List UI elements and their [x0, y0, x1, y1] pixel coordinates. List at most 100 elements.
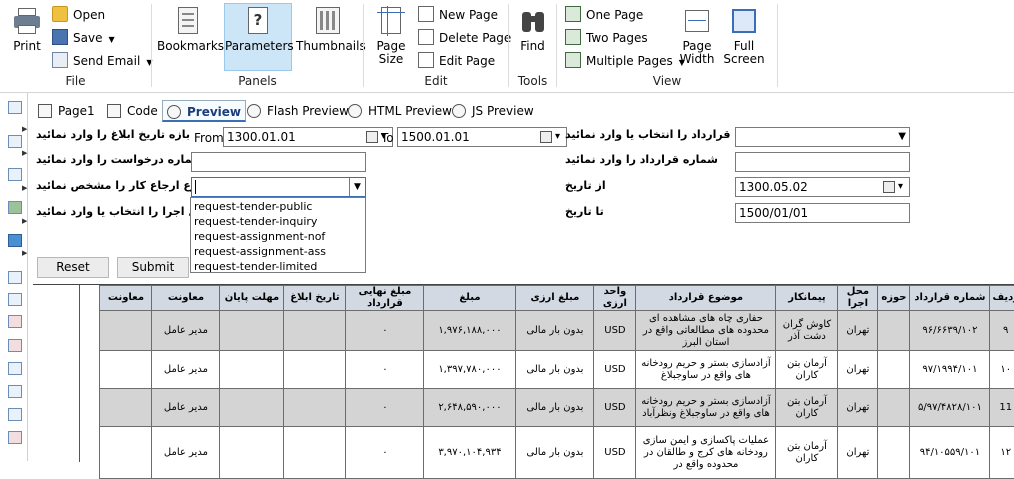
- contract-number-input[interactable]: [735, 152, 910, 172]
- report-grid: ردیف شماره قرارداد حوزه محل اجرا پیمانکا…: [33, 284, 1014, 479]
- text-icon[interactable]: [8, 271, 22, 284]
- edit-page-button[interactable]: Edit Page: [418, 51, 495, 71]
- contracts-table: ردیف شماره قرارداد حوزه محل اجرا پیمانکا…: [99, 285, 1014, 479]
- panel-icon[interactable]: [8, 408, 22, 421]
- dropdown-option[interactable]: request-tender-inquiry: [191, 214, 365, 229]
- page-width-button[interactable]: Page Width: [675, 4, 719, 70]
- puzzle-icon[interactable]: [8, 234, 22, 247]
- find-button[interactable]: Find: [509, 4, 556, 70]
- toolbox-icon[interactable]: [8, 101, 22, 114]
- tab-html-preview[interactable]: HTML Preview: [348, 100, 452, 122]
- column-header[interactable]: مهلت پایان: [219, 285, 285, 311]
- calendar-icon[interactable]: [366, 128, 386, 146]
- save-button[interactable]: Save ▼: [52, 28, 115, 48]
- image-icon[interactable]: [8, 201, 22, 214]
- edit-group-label: Edit: [424, 74, 448, 88]
- expand-arrow-icon[interactable]: ▶: [22, 249, 27, 257]
- thumbnails-button[interactable]: Thumbnails: [296, 4, 366, 70]
- open-button[interactable]: Open: [52, 5, 105, 25]
- column-header[interactable]: مبلغ ارزی: [515, 285, 595, 311]
- cell: USD: [593, 350, 637, 389]
- print-button[interactable]: Print: [0, 4, 54, 70]
- cell: آزادسازی بستر و حریم رودخانه های واقع در…: [635, 388, 777, 427]
- column-header[interactable]: موضوع قرارداد: [635, 285, 777, 311]
- bookmarks-icon: [173, 6, 203, 36]
- full-screen-button[interactable]: Full Screen: [721, 4, 767, 70]
- table-row[interactable]: ۱۰ ۹۷/۱۹۹۴/۱۰۱ تهران آرمان بتن کاران آزادساز…: [99, 350, 1014, 389]
- expand-arrow-icon[interactable]: ▶: [22, 125, 27, 133]
- column-header[interactable]: ردیف: [989, 285, 1014, 311]
- cell: [283, 426, 347, 479]
- column-header[interactable]: پیمانکار: [775, 285, 839, 311]
- ribbon-toolbar: Print Open Save ▼ Send Email ▼ File Bookma…: [0, 0, 1014, 93]
- expand-arrow-icon[interactable]: ▶: [22, 184, 27, 192]
- table-row[interactable]: ۹ ۹۶/۶۶۳۹/۱۰۲ تهران کاوش گران دشت آذر حفاری …: [99, 310, 1014, 351]
- from-date-right-field[interactable]: 1300.05.02: [735, 177, 910, 197]
- referral-type-label: نوع ارجاع کار را مشخص نمائید: [36, 179, 202, 192]
- richtext-icon[interactable]: [8, 431, 22, 444]
- tab-preview[interactable]: Preview: [162, 100, 247, 122]
- dropdown-option[interactable]: request-tender-limited: [191, 259, 365, 274]
- delete-page-label: Delete Page: [439, 31, 512, 45]
- two-pages-button[interactable]: Two Pages: [565, 28, 648, 48]
- tab-page1[interactable]: Page1: [38, 100, 95, 122]
- cell: ۹۶/۶۶۳۹/۱۰۲: [909, 310, 991, 351]
- expand-arrow-icon[interactable]: ▶: [22, 217, 27, 225]
- panel-icon[interactable]: [8, 385, 22, 398]
- dropdown-option[interactable]: request-tender-public: [191, 199, 365, 214]
- party-select[interactable]: ▼: [735, 127, 910, 147]
- chevron-down-icon[interactable]: ▼: [349, 178, 365, 196]
- tab-code[interactable]: Code: [107, 100, 158, 122]
- richtext-icon[interactable]: [8, 339, 22, 352]
- expand-arrow-icon[interactable]: ▶: [22, 149, 27, 157]
- text-cursor: [195, 180, 196, 194]
- toolbox-icon[interactable]: [8, 168, 22, 181]
- to-date-right-input[interactable]: 1500/01/01: [735, 203, 910, 223]
- column-header[interactable]: مبلغ نهایی قرارداد: [345, 285, 425, 311]
- column-header[interactable]: تاریخ ابلاغ: [283, 285, 347, 311]
- tab-flash-preview[interactable]: Flash Preview: [247, 100, 349, 122]
- cell: ۰: [345, 426, 425, 479]
- table-row[interactable]: 11 ۵/۹۷/۴۸۲۸/۱۰۱ تهران آرمان بتن کاران آزادس…: [99, 388, 1014, 427]
- column-header[interactable]: حوزه: [877, 285, 911, 311]
- cell: ۰: [345, 350, 425, 389]
- tab-js-preview[interactable]: JS Preview: [452, 100, 534, 122]
- parameters-button[interactable]: ? Parameters: [224, 3, 294, 71]
- dropdown-option[interactable]: request-assignment-ass: [191, 244, 365, 259]
- chevron-down-icon[interactable]: ▼: [108, 35, 114, 44]
- send-email-button[interactable]: Send Email ▼: [52, 51, 153, 71]
- submit-button[interactable]: Submit: [117, 257, 189, 278]
- reset-button[interactable]: Reset: [37, 257, 109, 278]
- calendar-icon[interactable]: [540, 128, 560, 146]
- divider: [777, 4, 778, 87]
- request-number-label: شماره درخواست را وارد نمائید: [36, 153, 203, 166]
- delete-page-button[interactable]: Delete Page: [418, 28, 511, 48]
- parameters-label: Parameters: [225, 39, 294, 53]
- table-row[interactable]: ۱۲ ۹۴/۱۰۵۵۹/۱۰۱ تهران آرمان بتن کاران عملیات…: [99, 426, 1014, 479]
- dropdown-option[interactable]: request-assignment-nof: [191, 229, 365, 244]
- cell: ۹: [989, 310, 1014, 351]
- chevron-down-icon[interactable]: ▼: [898, 128, 906, 146]
- column-header[interactable]: شماره قرارداد: [909, 285, 991, 311]
- panel-icon[interactable]: [8, 362, 22, 375]
- column-header[interactable]: محل اجرا: [837, 285, 879, 311]
- multiple-pages-button[interactable]: Multiple Pages ▼: [565, 51, 685, 71]
- one-page-button[interactable]: One Page: [565, 5, 643, 25]
- column-header[interactable]: واحد ارزی: [593, 285, 637, 311]
- request-number-input[interactable]: [191, 152, 366, 172]
- panels-group: Bookmarks ? Parameters Thumbnails Panels: [152, 0, 366, 93]
- column-header[interactable]: مبلغ: [423, 285, 517, 311]
- text-icon[interactable]: [8, 293, 22, 306]
- toolbox-icon[interactable]: [8, 135, 22, 148]
- bookmarks-button[interactable]: Bookmarks: [157, 4, 224, 70]
- page-size-button[interactable]: Page Size: [366, 4, 416, 70]
- file-group-label: File: [65, 74, 86, 88]
- richtext-icon[interactable]: [8, 315, 22, 328]
- from-date-field[interactable]: 1300.01.01: [223, 127, 393, 147]
- to-date-field[interactable]: 1500.01.01: [397, 127, 567, 147]
- new-page-button[interactable]: New Page: [418, 5, 498, 25]
- referral-type-select[interactable]: ▼: [191, 177, 366, 197]
- calendar-icon[interactable]: [883, 178, 903, 196]
- column-header[interactable]: معاونت: [151, 285, 221, 311]
- column-header[interactable]: معاونت: [99, 285, 153, 311]
